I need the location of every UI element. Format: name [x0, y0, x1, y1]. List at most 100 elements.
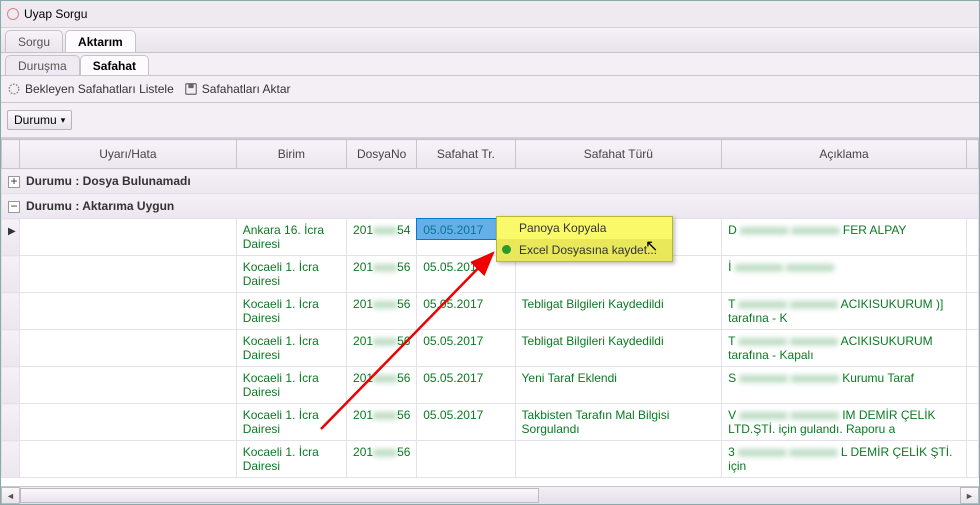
window-title: Uyap Sorgu [24, 7, 87, 21]
ctx-copy-clipboard[interactable]: Panoya Kopyala [497, 217, 672, 239]
export-label: Safahatları Aktar [202, 82, 291, 96]
ctx-item-label: Panoya Kopyala [519, 221, 606, 235]
table-row[interactable]: Kocaeli 1. İcra Dairesi201xxxx5605.05.20… [2, 404, 979, 441]
list-pending-label: Bekleyen Safahatları Listele [25, 82, 174, 96]
cell-extra [966, 330, 978, 367]
cell-tur: Takbisten Tarafın Mal Bilgisi Sorgulandı [515, 404, 722, 441]
cell-uyari [20, 441, 237, 478]
data-table: Uyarı/Hata Birim DosyaNo Safahat Tr. Saf… [1, 139, 979, 478]
group-label: Durumu : Dosya Bulunamadı [26, 174, 191, 188]
cell-aciklama: T xxxxxxxx xxxxxxxx ACIKISUKURUM )] tara… [722, 293, 967, 330]
cell-extra [966, 219, 978, 256]
cell-dosyano: 201xxxx54 [347, 219, 417, 256]
row-indicator [2, 404, 20, 441]
group-bar: Durumu ▾ [1, 103, 979, 138]
cell-birim: Kocaeli 1. İcra Dairesi [236, 256, 346, 293]
table-row[interactable]: Kocaeli 1. İcra Dairesi201xxxx5605.05.20… [2, 293, 979, 330]
group-by-chip[interactable]: Durumu ▾ [7, 110, 72, 130]
col-aciklama[interactable]: Açıklama [722, 140, 967, 169]
tab-durusma[interactable]: Duruşma [5, 55, 80, 75]
cell-tarih: 05.05.2017 [417, 293, 515, 330]
cell-uyari [20, 367, 237, 404]
cell-tur [515, 441, 722, 478]
col-birim[interactable]: Birim [236, 140, 346, 169]
scroll-right-button[interactable]: ► [960, 487, 979, 504]
uyap-window: Uyap Sorgu Sorgu Aktarım Duruşma Safahat… [0, 0, 980, 505]
col-uyari[interactable]: Uyarı/Hata [20, 140, 237, 169]
save-icon [184, 82, 198, 96]
title-bar: Uyap Sorgu [1, 1, 979, 28]
scroll-thumb[interactable] [20, 488, 539, 503]
chevron-down-icon: ▾ [61, 115, 66, 126]
cell-birim: Ankara 16. İcra Dairesi [236, 219, 346, 256]
excel-icon [502, 245, 511, 254]
expand-toggle[interactable]: − [8, 201, 20, 213]
grid[interactable]: Uyarı/Hata Birim DosyaNo Safahat Tr. Saf… [1, 138, 979, 504]
cell-aciklama: 3 xxxxxxxx xxxxxxxx L DEMİR ÇELİK ŞTİ. i… [722, 441, 967, 478]
ctx-item-label: Excel Dosyasına kaydet... [519, 243, 657, 257]
cell-uyari [20, 293, 237, 330]
main-tabs: Sorgu Aktarım [1, 28, 979, 53]
table-row[interactable]: Kocaeli 1. İcra Dairesi201xxxx5605.05.20… [2, 367, 979, 404]
tab-aktarim[interactable]: Aktarım [65, 30, 136, 52]
col-safahat-turu[interactable]: Safahat Türü [515, 140, 722, 169]
tab-safahat[interactable]: Safahat [80, 55, 149, 75]
cell-uyari [20, 404, 237, 441]
horizontal-scrollbar[interactable]: ◄ ► [1, 486, 979, 504]
cell-dosyano: 201xxxx56 [347, 330, 417, 367]
cell-dosyano: 201xxxx56 [347, 404, 417, 441]
cell-extra [966, 367, 978, 404]
scroll-track[interactable] [20, 488, 960, 503]
cell-tarih: 05.05.2017 [417, 404, 515, 441]
cell-birim: Kocaeli 1. İcra Dairesi [236, 441, 346, 478]
cell-aciklama: V xxxxxxxx xxxxxxxx IM DEMİR ÇELİK LTD.Ş… [722, 404, 967, 441]
table-row[interactable]: Kocaeli 1. İcra Dairesi201xxxx56 3 xxxxxx… [2, 441, 979, 478]
cell-uyari [20, 219, 237, 256]
cell-dosyano: 201xxxx56 [347, 367, 417, 404]
loading-icon [7, 82, 21, 96]
cell-tarih: 05.05.2017 [417, 367, 515, 404]
ctx-save-excel[interactable]: Excel Dosyasına kaydet... [497, 239, 672, 261]
cell-tur: Yeni Taraf Eklendi [515, 367, 722, 404]
row-indicator [2, 293, 20, 330]
cell-extra [966, 441, 978, 478]
col-indicator[interactable] [2, 140, 20, 169]
export-button[interactable]: Safahatları Aktar [184, 82, 291, 96]
row-indicator: ▶ [2, 219, 20, 256]
group-label: Durumu : Aktarıma Uygun [26, 199, 174, 213]
col-safahat-tr[interactable]: Safahat Tr. [417, 140, 515, 169]
cell-aciklama: S xxxxxxxx xxxxxxxx Kurumu Taraf [722, 367, 967, 404]
cell-aciklama: T xxxxxxxx xxxxxxxx ACIKISUKURUM tarafın… [722, 330, 967, 367]
list-pending-button[interactable]: Bekleyen Safahatları Listele [7, 82, 174, 96]
cell-uyari [20, 330, 237, 367]
tab-sorgu[interactable]: Sorgu [5, 30, 63, 52]
cell-aciklama: İ xxxxxxxx xxxxxxxx [722, 256, 967, 293]
cell-tur: Tebligat Bilgileri Kaydedildi [515, 293, 722, 330]
cell-tarih: 05.05.2017 [417, 330, 515, 367]
row-indicator [2, 367, 20, 404]
col-extra[interactable] [966, 140, 978, 169]
col-dosyano[interactable]: DosyaNo [347, 140, 417, 169]
app-icon [7, 8, 19, 20]
table-row[interactable]: Kocaeli 1. İcra Dairesi201xxxx5605.05.20… [2, 256, 979, 293]
cell-birim: Kocaeli 1. İcra Dairesi [236, 404, 346, 441]
cell-birim: Kocaeli 1. İcra Dairesi [236, 330, 346, 367]
cell-uyari [20, 256, 237, 293]
cell-birim: Kocaeli 1. İcra Dairesi [236, 367, 346, 404]
expand-toggle[interactable]: + [8, 176, 20, 188]
table-row[interactable]: ▶Ankara 16. İcra Dairesi201xxxx5405.05.2… [2, 219, 979, 256]
cell-dosyano: 201xxxx56 [347, 293, 417, 330]
cell-dosyano: 201xxxx56 [347, 441, 417, 478]
group-row[interactable]: −Durumu : Aktarıma Uygun [2, 194, 979, 219]
cell-extra [966, 293, 978, 330]
header-row: Uyarı/Hata Birim DosyaNo Safahat Tr. Saf… [2, 140, 979, 169]
scroll-left-button[interactable]: ◄ [1, 487, 20, 504]
context-menu[interactable]: Panoya Kopyala Excel Dosyasına kaydet... [496, 216, 673, 262]
cell-dosyano: 201xxxx56 [347, 256, 417, 293]
cell-extra [966, 404, 978, 441]
cell-aciklama: D xxxxxxxx xxxxxxxx FER ALPAY [722, 219, 967, 256]
group-row[interactable]: + Durumu : Dosya Bulunamadı [2, 169, 979, 194]
row-indicator [2, 441, 20, 478]
table-row[interactable]: Kocaeli 1. İcra Dairesi201xxxx5605.05.20… [2, 330, 979, 367]
cell-tur: Tebligat Bilgileri Kaydedildi [515, 330, 722, 367]
